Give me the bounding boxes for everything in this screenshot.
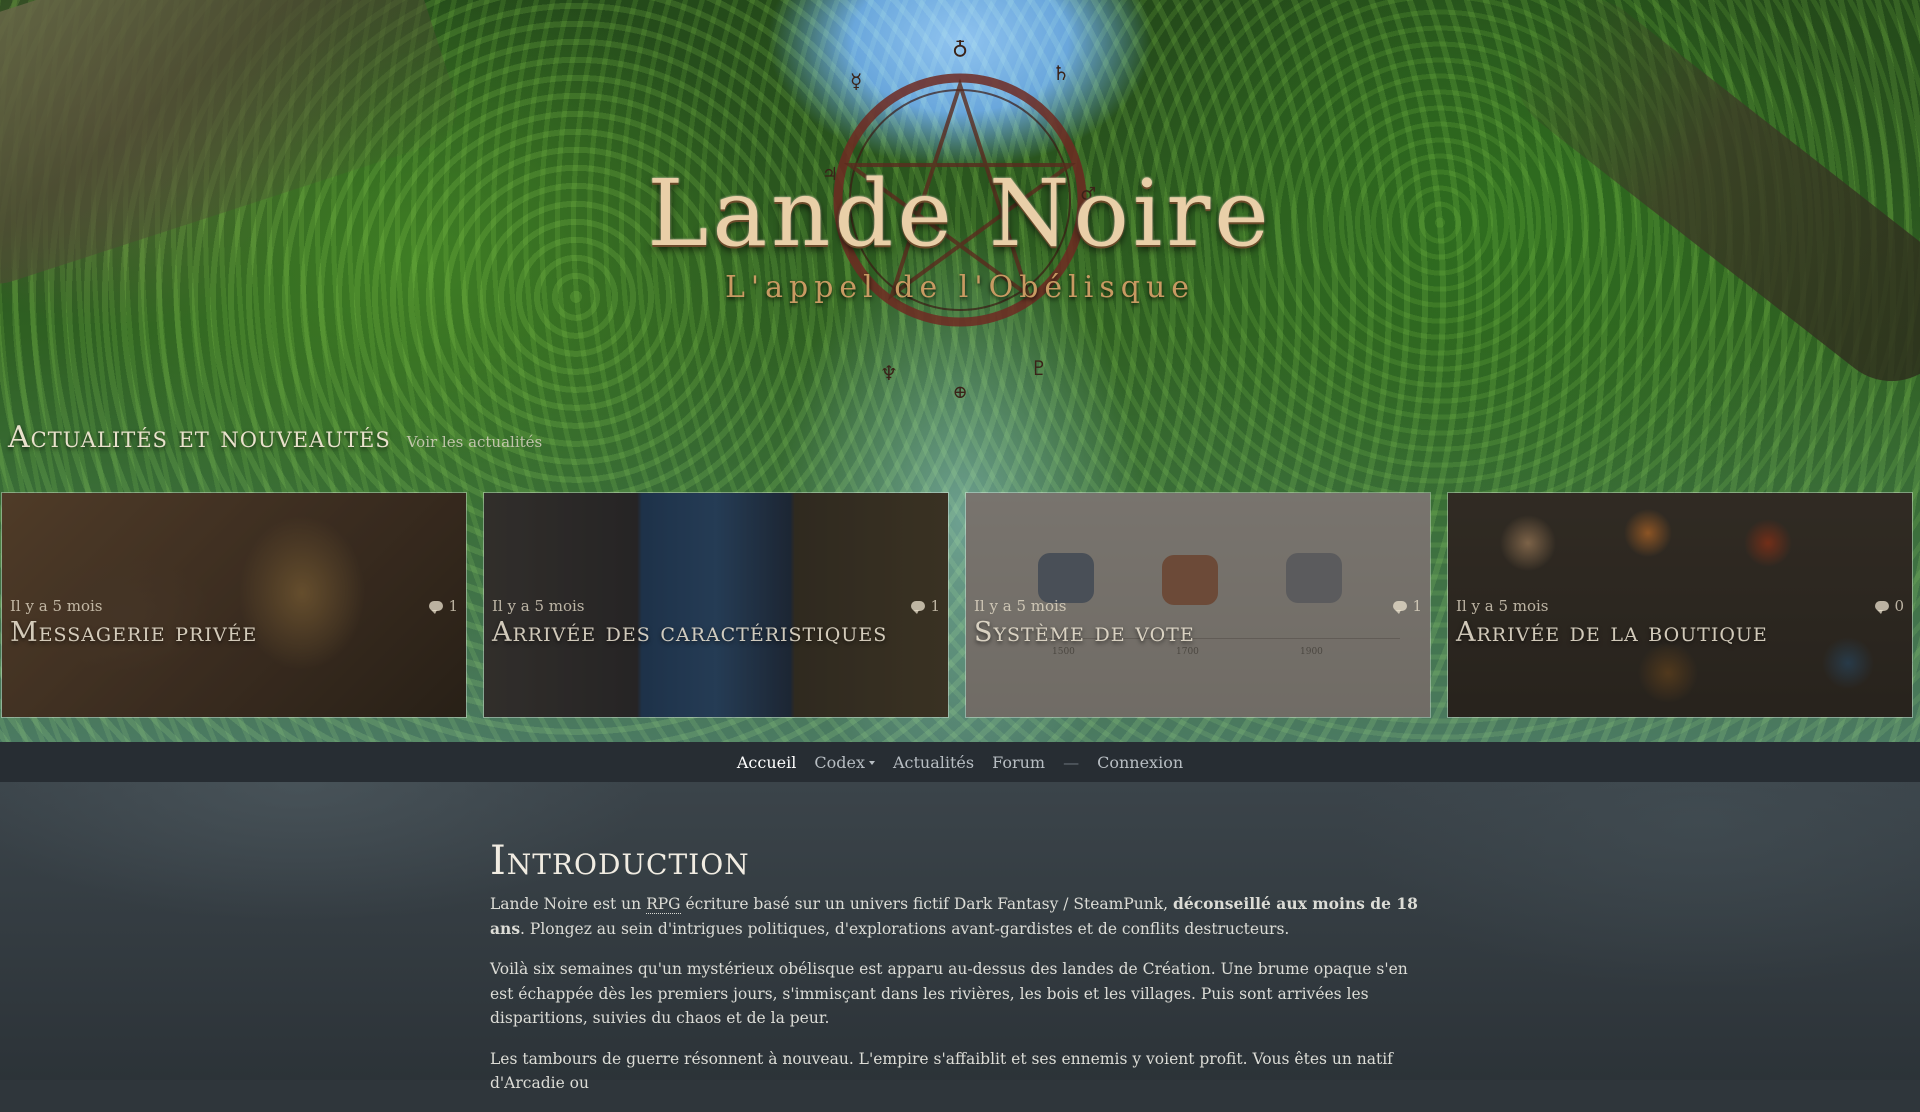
svg-text:♇: ♇ (1030, 356, 1048, 380)
card-comments: 1 (911, 597, 940, 615)
card-comments: 0 (1875, 597, 1904, 615)
logo-title: Lande Noire (647, 160, 1273, 267)
svg-text:⊕: ⊕ (952, 382, 967, 400)
view-news-link[interactable]: Voir les actualités (407, 433, 543, 451)
card-date: Il y a 5 mois (10, 597, 103, 615)
intro-heading: Introduction (490, 838, 750, 884)
card-date: Il y a 5 mois (974, 597, 1067, 615)
chevron-down-icon (868, 761, 875, 765)
card-title: Arrivée des caractéristiques (492, 617, 888, 648)
comment-icon (1875, 601, 1890, 614)
svg-text:☿: ☿ (850, 69, 862, 93)
comment-count: 1 (448, 597, 458, 615)
intro-paragraph-1: Lande Noire est un RPG écriture basé sur… (490, 894, 1418, 938)
nav-actualites[interactable]: Actualités (893, 753, 974, 772)
svg-text:♆: ♆ (880, 361, 898, 385)
card-date: Il y a 5 mois (492, 597, 585, 615)
logo-subtitle: L'appel de l'Obélisque (724, 270, 1196, 305)
news-card-boutique[interactable]: Il y a 5 mois 0 Arrivée de la boutique (1447, 492, 1913, 718)
nav-codex-dropdown[interactable]: Codex (814, 753, 875, 772)
comment-count: 0 (1894, 597, 1904, 615)
nav-connexion[interactable]: Connexion (1097, 753, 1183, 772)
svg-text:♄: ♄ (1052, 61, 1070, 85)
news-cards: Il y a 5 mois 1 Messagerie privée Il y a… (0, 492, 1920, 718)
comment-count: 1 (1412, 597, 1422, 615)
nav-accueil[interactable]: Accueil (737, 753, 796, 772)
news-header: Actualités et nouveautés Voir les actual… (8, 420, 542, 460)
card-date: Il y a 5 mois (1456, 597, 1549, 615)
svg-text:♁: ♁ (952, 40, 968, 60)
news-section-title: Actualités et nouveautés (8, 420, 391, 455)
site-logo[interactable]: ♁ ☿ ♄ ♃ ♂ ♆ ♇ ⊕ Lande Noire L'appel de l… (600, 20, 1320, 400)
intro-paragraph-2: Voilà six semaines qu'un mystérieux obél… (490, 960, 1408, 1027)
hero-banner: ♁ ☿ ♄ ♃ ♂ ♆ ♇ ⊕ Lande Noire L'appel de l… (0, 0, 1920, 742)
nav-codex-label: Codex (814, 752, 865, 772)
intro-section: Introduction Lande Noire est un RPG écri… (490, 838, 1422, 1112)
intro-paragraph-3: Les tambours de guerre résonnent à nouve… (490, 1049, 1393, 1093)
news-card-caracteristiques[interactable]: Il y a 5 mois 1 Arrivée des caractéristi… (483, 492, 949, 718)
news-card-messagerie[interactable]: Il y a 5 mois 1 Messagerie privée (1, 492, 467, 718)
card-title: Arrivée de la boutique (1456, 617, 1768, 648)
news-card-vote[interactable]: 1500 1700 1900 Il y a 5 mois 1 Système d… (965, 492, 1431, 718)
main-navbar: Accueil Codex Actualités Forum — Connexi… (0, 742, 1920, 782)
card-title: Système de vote (974, 617, 1195, 648)
comment-icon (429, 601, 444, 614)
comment-count: 1 (930, 597, 940, 615)
card-comments: 1 (1393, 597, 1422, 615)
comment-icon (1393, 601, 1408, 614)
nav-forum[interactable]: Forum (992, 753, 1045, 772)
nav-separator: — (1063, 752, 1080, 772)
comment-icon (911, 601, 926, 614)
card-comments: 1 (429, 597, 458, 615)
rpg-abbreviation: RPG (646, 895, 681, 914)
card-title: Messagerie privée (10, 617, 258, 648)
